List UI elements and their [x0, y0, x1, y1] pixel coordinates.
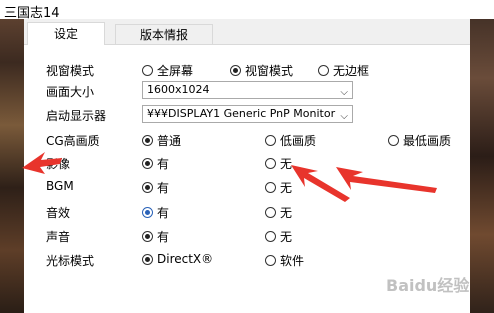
radio-label: DirectX® — [157, 252, 214, 266]
radio-circle — [142, 182, 153, 193]
settings-dialog: 设定 版本情报 视窗模式 全屏幕 视窗模式 无边框 画面大小 1600x1024… — [24, 19, 470, 313]
radio-label: 有 — [157, 230, 170, 244]
radio-circle — [265, 231, 276, 242]
radio-label: 软件 — [280, 254, 305, 268]
radio-borderless[interactable]: 无边框 — [318, 62, 369, 79]
baidu-watermark: Baidu经验 — [386, 276, 470, 295]
radio-cursor-software[interactable]: 软件 — [265, 252, 304, 269]
radio-label: 无 — [280, 230, 293, 244]
radio-circle — [265, 135, 276, 146]
radio-bgm-on[interactable]: 有 — [142, 179, 169, 196]
resolution-value: 1600x1024 — [147, 83, 210, 96]
radio-fullscreen[interactable]: 全屏幕 — [142, 62, 193, 79]
video-label: 影像 — [46, 157, 71, 171]
radio-sfx-on[interactable]: 有 — [142, 204, 169, 221]
radio-label: 无边框 — [333, 64, 370, 78]
radio-voice-off[interactable]: 无 — [265, 228, 292, 245]
radio-cg-normal[interactable]: 普通 — [142, 132, 181, 149]
radio-circle — [318, 65, 329, 76]
radio-bgm-off[interactable]: 无 — [265, 179, 292, 196]
radio-cg-lowest[interactable]: 最低画质 — [388, 132, 451, 149]
radio-circle — [142, 253, 153, 265]
radio-circle — [142, 207, 153, 218]
tab-settings[interactable]: 设定 — [27, 22, 105, 45]
chevron-down-icon: ⌵ — [340, 111, 348, 122]
bgm-label: BGM — [46, 179, 74, 193]
display-select[interactable]: ¥¥¥DISPLAY1 Generic PnP Monitor ⌵ — [142, 105, 353, 123]
radio-label: 有 — [157, 157, 170, 171]
voice-label: 声音 — [46, 230, 71, 244]
radio-label: 无 — [280, 157, 293, 171]
radio-label: 低画质 — [280, 134, 317, 148]
display-value: ¥¥¥DISPLAY1 Generic PnP Monitor — [147, 107, 336, 120]
radio-circle — [265, 182, 276, 193]
sfx-label: 音效 — [46, 206, 71, 220]
radio-circle — [230, 65, 241, 76]
radio-label: 有 — [157, 206, 170, 220]
chevron-down-icon: ⌵ — [340, 87, 348, 98]
radio-circle — [388, 135, 399, 146]
radio-label: 无 — [280, 181, 293, 195]
resolution-select[interactable]: 1600x1024 ⌵ — [142, 81, 353, 99]
radio-video-on[interactable]: 有 — [142, 155, 169, 172]
radio-label: 全屏幕 — [157, 64, 194, 78]
resolution-label: 画面大小 — [46, 85, 95, 99]
radio-cg-low[interactable]: 低画质 — [265, 132, 316, 149]
radio-label: 有 — [157, 181, 170, 195]
radio-circle — [142, 65, 153, 76]
background-art-right — [470, 0, 494, 313]
radio-label: 视窗模式 — [245, 64, 294, 78]
radio-cursor-directx[interactable]: DirectX® — [142, 252, 213, 266]
radio-circle — [142, 231, 153, 242]
radio-windowed[interactable]: 视窗模式 — [230, 62, 293, 79]
radio-sfx-off[interactable]: 无 — [265, 204, 292, 221]
radio-video-off[interactable]: 无 — [265, 155, 292, 172]
cg-quality-label: CG高画质 — [46, 134, 100, 148]
radio-circle — [265, 255, 276, 266]
radio-circle — [265, 207, 276, 218]
cursor-mode-label: 光标模式 — [46, 254, 95, 268]
radio-label: 普通 — [157, 134, 182, 148]
radio-label: 最低画质 — [403, 134, 452, 148]
background-art-left — [0, 0, 24, 313]
radio-label: 无 — [280, 206, 293, 220]
tab-version-info[interactable]: 版本情报 — [115, 24, 213, 44]
display-label: 启动显示器 — [46, 109, 107, 123]
title-bar: 三国志14 — [0, 0, 494, 21]
radio-circle — [142, 158, 153, 169]
window-mode-label: 视窗模式 — [46, 64, 95, 78]
radio-voice-on[interactable]: 有 — [142, 228, 169, 245]
radio-circle — [142, 135, 153, 146]
radio-circle — [265, 158, 276, 169]
